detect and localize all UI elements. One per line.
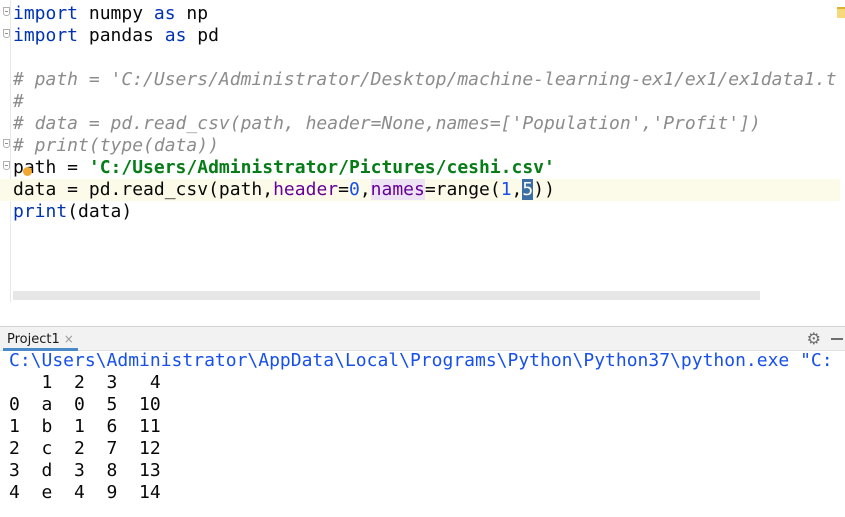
code-token: = [338,179,349,200]
code-token: pandas [78,25,165,46]
code-token: 1 [500,179,512,200]
code-token: 'C:/Users/Administrator/Pictures/ceshi.c… [88,157,555,178]
code-line[interactable]: # data = pd.read_csv(path, header=None,n… [13,113,761,135]
code-token: 5 [522,179,534,200]
code-line[interactable]: import pandas as pd [13,25,219,47]
code-token: header [273,179,339,200]
editor-gutter [10,0,11,302]
code-token: =range( [424,179,501,200]
gear-icon[interactable]: ⚙ [807,330,821,348]
code-token: import [13,3,79,24]
code-token: as [164,25,187,46]
horizontal-scrollbar[interactable] [13,291,760,300]
code-line[interactable]: path = 'C:/Users/Administrator/Pictures/… [13,157,555,179]
code-token: # [13,91,24,112]
code-token: # print(type(data)) [13,135,219,156]
code-token: data = pd.read_csv(path, [13,179,274,200]
code-token: # data = pd.read_csv(path, header=None,n… [13,113,761,134]
fold-marker-icon[interactable] [3,7,10,16]
console-command-line: C:\Users\Administrator\AppData\Local\Pro… [9,351,833,371]
fold-marker-icon[interactable] [3,29,10,38]
run-tab-label: Project1 [7,332,60,347]
code-token: import [13,25,79,46]
code-token: 0 [348,179,360,200]
close-tab-icon[interactable]: × [64,332,74,346]
code-line[interactable]: # print(type(data)) [13,135,219,157]
minus-icon[interactable] [831,338,843,340]
fold-marker-icon[interactable] [3,161,10,170]
code-token: print [13,201,68,222]
code-token: , [511,179,523,200]
run-tab[interactable]: Project1 × [3,327,78,351]
console-output-row: 1 b 1 6 11 [9,416,161,437]
code-line[interactable]: print(data) [13,201,132,223]
console-output-row: 1 2 3 4 [9,372,161,393]
code-token: # path = 'C:/Users/Administrator/Desktop… [13,69,837,90]
run-panel-header: Project1 × ⚙ [0,326,845,351]
code-line[interactable]: # path = 'C:/Users/Administrator/Desktop… [13,69,837,91]
code-token: , [359,179,371,200]
code-token: names [370,179,425,200]
code-line[interactable]: import numpy as np [13,3,208,25]
run-console-output[interactable]: C:\Users\Administrator\AppData\Local\Pro… [0,351,845,517]
code-token: numpy [78,3,154,24]
code-token: pd [186,25,219,46]
code-line-current[interactable]: data = pd.read_csv(path,header=0,names=r… [0,179,840,201]
console-output-row: 4 e 4 9 14 [9,482,161,503]
code-line[interactable]: # [13,91,24,113]
code-editor[interactable]: import numpy as np import pandas as pd # p… [0,0,845,302]
code-token: (data) [67,201,133,222]
console-output-row: 3 d 3 8 13 [9,460,161,481]
fold-marker-icon[interactable] [3,139,10,148]
console-output-row: 0 a 0 5 10 [9,394,161,415]
inspection-status-icon[interactable] [837,7,845,18]
code-token: )) [533,179,555,200]
code-token: as [153,3,176,24]
console-output-row: 2 c 2 7 12 [9,438,161,459]
intention-bulb-icon[interactable] [23,167,32,176]
code-token: np [175,3,209,24]
